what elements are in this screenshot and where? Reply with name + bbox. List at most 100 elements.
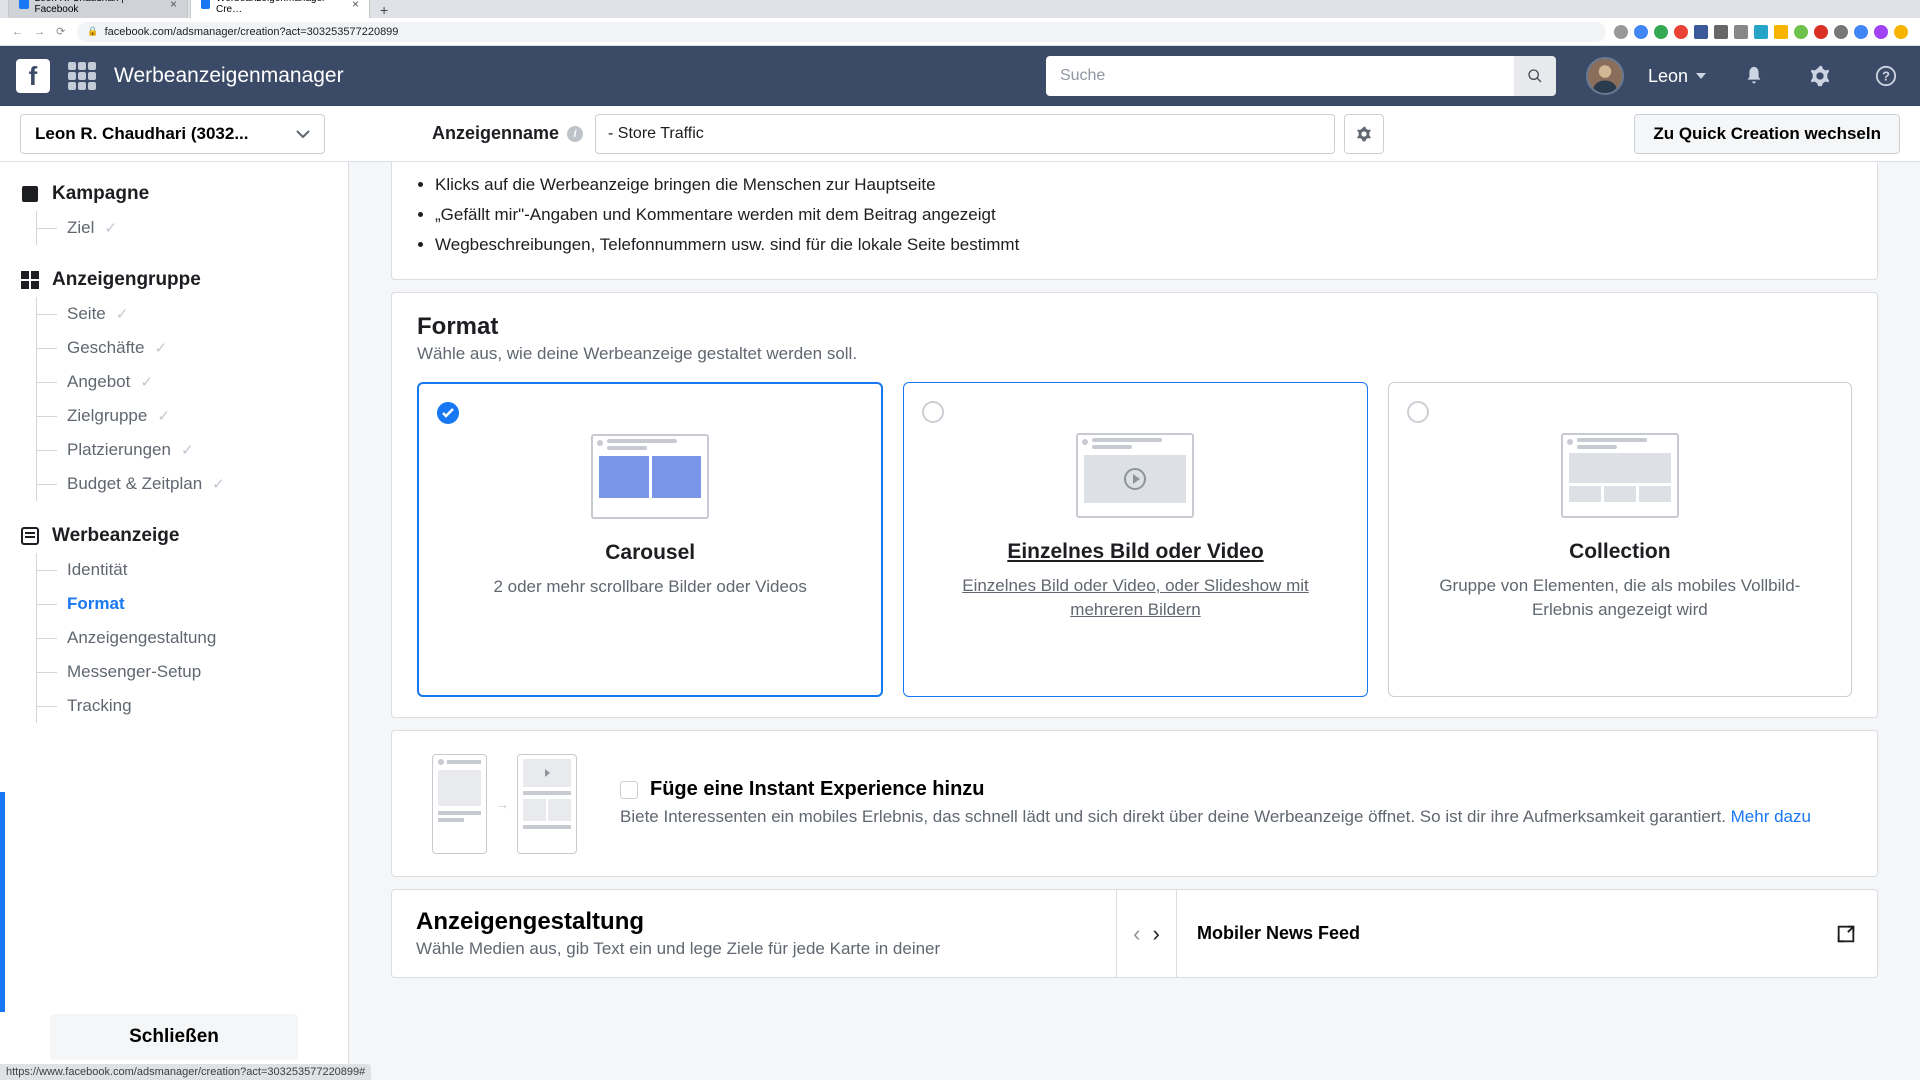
close-icon[interactable]: ×: [352, 0, 359, 11]
avatar[interactable]: [1586, 57, 1624, 95]
sidebar-item-seite[interactable]: Seite✓: [37, 297, 348, 331]
sidebar-item-label: Identität: [67, 560, 128, 580]
ad-name-input[interactable]: [595, 114, 1335, 154]
sidebar-ad-header[interactable]: Werbeanzeige: [20, 519, 348, 553]
reload-icon[interactable]: ⟳: [56, 26, 65, 38]
sidebar-adset-header[interactable]: Anzeigengruppe: [20, 263, 348, 297]
facebook-logo-icon[interactable]: f: [16, 59, 50, 93]
ext-icon[interactable]: [1794, 25, 1808, 39]
content-area: Klicks auf die Werbeanzeige bringen die …: [349, 162, 1920, 1080]
forward-icon[interactable]: →: [34, 26, 45, 38]
format-subtitle: Wähle aus, wie deine Werbeanzeige gestal…: [417, 344, 1852, 364]
learn-more-link[interactable]: Mehr dazu: [1731, 807, 1811, 826]
ext-icon[interactable]: [1734, 25, 1748, 39]
ext-icon[interactable]: [1854, 25, 1868, 39]
settings-button[interactable]: [1802, 65, 1838, 87]
format-option-collection[interactable]: Collection Gruppe von Elementen, die als…: [1388, 382, 1852, 697]
ext-icon[interactable]: [1694, 25, 1708, 39]
browser-address-bar: ← → ⟳ 🔒 facebook.com/adsmanager/creation…: [0, 18, 1920, 46]
radio-icon: [922, 401, 944, 423]
search-wrapper: [1046, 56, 1556, 96]
new-tab-button[interactable]: +: [372, 2, 396, 18]
close-button[interactable]: Schließen: [50, 1014, 298, 1060]
ext-icon[interactable]: [1654, 25, 1668, 39]
format-option-title: Collection: [1569, 540, 1671, 564]
ext-icon[interactable]: [1874, 25, 1888, 39]
gear-icon: [1809, 65, 1831, 87]
secondary-toolbar: Leon R. Chaudhari (3032... Anzeigenname …: [0, 106, 1920, 162]
help-button[interactable]: ?: [1868, 65, 1904, 87]
format-option-desc: Gruppe von Elementen, die als mobiles Vo…: [1409, 574, 1831, 622]
ext-icon[interactable]: [1714, 25, 1728, 39]
sidebar-item-format[interactable]: Format: [37, 587, 348, 621]
instant-desc: Biete Interessenten ein mobiles Erlebnis…: [620, 805, 1852, 829]
check-icon: ✓: [157, 407, 170, 425]
sidebar-item-angebot[interactable]: Angebot✓: [37, 365, 348, 399]
back-icon[interactable]: ←: [12, 26, 23, 38]
url-input[interactable]: 🔒 facebook.com/adsmanager/creation?act=3…: [77, 22, 1606, 42]
sidebar-item-zielgruppe[interactable]: Zielgruppe✓: [37, 399, 348, 433]
instant-title: Füge eine Instant Experience hinzu: [650, 778, 985, 801]
sidebar-item-budget[interactable]: Budget & Zeitplan✓: [37, 467, 348, 501]
sidebar-campaign-header[interactable]: Kampagne: [20, 177, 348, 211]
format-card: Format Wähle aus, wie deine Werbeanzeige…: [391, 292, 1878, 718]
sidebar-item-geschaefte[interactable]: Geschäfte✓: [37, 331, 348, 365]
checkbox[interactable]: [620, 781, 638, 799]
single-illustration-icon: [1076, 433, 1194, 518]
browser-tab-2[interactable]: Werbeanzeigenmanager - Cre… ×: [190, 0, 370, 18]
ext-icon[interactable]: [1894, 25, 1908, 39]
ext-icon[interactable]: [1814, 25, 1828, 39]
gestaltung-title: Anzeigengestaltung: [416, 908, 1092, 936]
format-option-desc: 2 oder mehr scrollbare Bilder oder Video…: [485, 575, 814, 599]
prev-button[interactable]: ‹: [1129, 917, 1144, 951]
campaign-icon: [20, 184, 40, 204]
ad-name-settings-button[interactable]: [1344, 114, 1384, 154]
sidebar-adset-section: Anzeigengruppe Seite✓ Geschäfte✓ Angebot…: [20, 263, 348, 501]
browser-tab-1[interactable]: Leon R. Chaudhari | Facebook ×: [8, 0, 188, 18]
ext-icon[interactable]: [1754, 25, 1768, 39]
check-icon: ✓: [104, 219, 117, 237]
lock-icon: 🔒: [87, 26, 98, 37]
sidebar-item-label: Anzeigengruppe: [52, 269, 201, 291]
account-dropdown[interactable]: Leon R. Chaudhari (3032...: [20, 114, 325, 154]
instant-heading: Füge eine Instant Experience hinzu: [620, 778, 1852, 801]
sidebar-item-identitaet[interactable]: Identität: [37, 553, 348, 587]
apps-grid-icon[interactable]: [68, 62, 96, 90]
sidebar-item-tracking[interactable]: Tracking: [37, 689, 348, 723]
sidebar-item-ziel[interactable]: Ziel ✓: [37, 211, 348, 245]
info-bullet: „Gefällt mir"-Angaben und Kommentare wer…: [435, 200, 1852, 230]
active-section-marker: [0, 792, 5, 1012]
gestaltung-header-card: Anzeigengestaltung Wähle Medien aus, gib…: [391, 889, 1878, 978]
chevron-down-icon: [1696, 73, 1706, 79]
close-icon[interactable]: ×: [170, 0, 177, 11]
sidebar-item-anzeigengestaltung[interactable]: Anzeigengestaltung: [37, 621, 348, 655]
check-icon: ✓: [212, 475, 225, 493]
user-menu[interactable]: Leon: [1648, 66, 1706, 87]
notifications-button[interactable]: [1736, 65, 1772, 87]
format-option-single[interactable]: Einzelnes Bild oder Video Einzelnes Bild…: [903, 382, 1367, 697]
info-icon[interactable]: i: [567, 126, 583, 142]
ext-icon[interactable]: [1674, 25, 1688, 39]
sidebar-item-platzierungen[interactable]: Platzierungen✓: [37, 433, 348, 467]
tab-title: Werbeanzeigenmanager - Cre…: [216, 0, 346, 15]
sidebar-item-messenger-setup[interactable]: Messenger-Setup: [37, 655, 348, 689]
expand-icon[interactable]: [1835, 923, 1857, 945]
next-button[interactable]: ›: [1149, 917, 1164, 951]
quick-creation-button[interactable]: Zu Quick Creation wechseln: [1634, 114, 1900, 154]
ext-icon[interactable]: [1774, 25, 1788, 39]
gear-icon: [1356, 126, 1372, 142]
format-option-desc: Einzelnes Bild oder Video, oder Slidesho…: [924, 574, 1346, 622]
chevron-down-icon: [296, 130, 310, 138]
search-button[interactable]: [1514, 56, 1556, 96]
search-input[interactable]: [1046, 56, 1514, 96]
account-name: Leon R. Chaudhari (3032...: [35, 124, 249, 144]
check-icon: [442, 408, 454, 418]
ext-icon[interactable]: [1614, 25, 1628, 39]
app-header: f Werbeanzeigenmanager Leon ?: [0, 46, 1920, 106]
format-option-carousel[interactable]: Carousel 2 oder mehr scrollbare Bilder o…: [417, 382, 883, 697]
ext-icon[interactable]: [1834, 25, 1848, 39]
status-bar-url: https://www.facebook.com/adsmanager/crea…: [0, 1064, 371, 1080]
bell-icon: [1743, 65, 1765, 87]
ext-icon[interactable]: [1634, 25, 1648, 39]
carousel-illustration-icon: [591, 434, 709, 519]
